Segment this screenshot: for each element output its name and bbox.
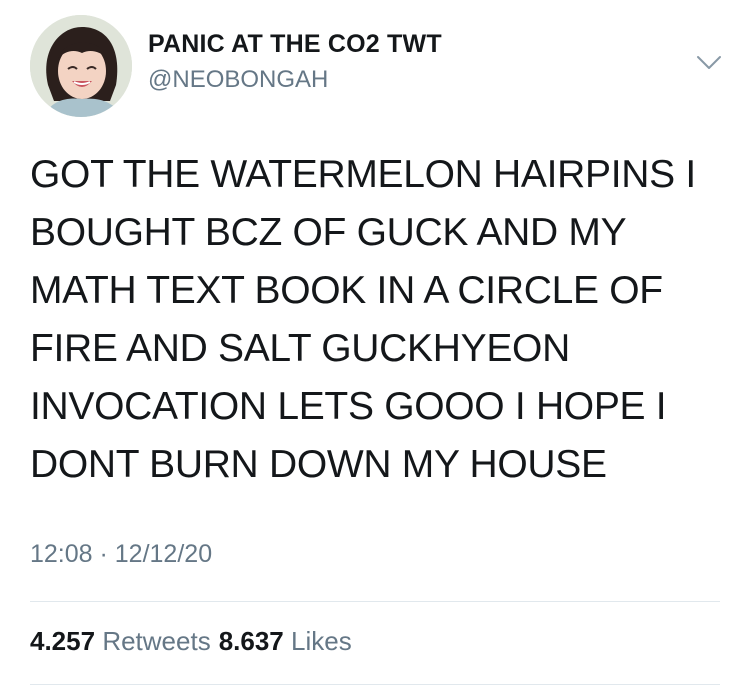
tweet-text-line: GOT THE WATERMELON HAIRPINS I [30, 153, 696, 196]
likes-label: Likes [291, 626, 352, 656]
likes-count: 8.637 [218, 626, 284, 656]
likes-stat[interactable]: 8.637 Likes [219, 626, 352, 656]
retweets-stat[interactable]: 4.257 Retweets [30, 626, 211, 656]
tweet-text-line: INVOCATION LETS GOOO I HOPE I [30, 385, 667, 428]
tweet-text-line: BOUGHT BCZ OF GUCK AND MY [30, 211, 627, 254]
profile-photo-icon [30, 15, 132, 117]
tweet-text-line: DONT BURN DOWN MY HOUSE [30, 443, 607, 486]
tweet-stats: 4.257 Retweets 8.637 Likes [30, 626, 352, 657]
chevron-down-icon[interactable] [696, 55, 722, 71]
tweet-card: PANIC AT THE CO2 TWT @NEOBONGAH GOT THE … [0, 0, 750, 686]
avatar[interactable] [30, 15, 132, 117]
tweet-timestamp[interactable]: 12:08 · 12/12/20 [30, 540, 212, 569]
retweets-count: 4.257 [30, 626, 96, 656]
retweets-label: Retweets [102, 626, 211, 656]
tweet-text-line: FIRE AND SALT GUCKHYEON [30, 327, 570, 370]
tweet-text: GOT THE WATERMELON HAIRPINS I BOUGHT BCZ… [30, 146, 720, 494]
divider [30, 684, 720, 685]
display-name[interactable]: PANIC AT THE CO2 TWT [148, 30, 442, 59]
divider [30, 601, 720, 602]
user-handle[interactable]: @NEOBONGAH [148, 66, 328, 94]
tweet-text-line: MATH TEXT BOOK IN A CIRCLE OF [30, 269, 663, 312]
